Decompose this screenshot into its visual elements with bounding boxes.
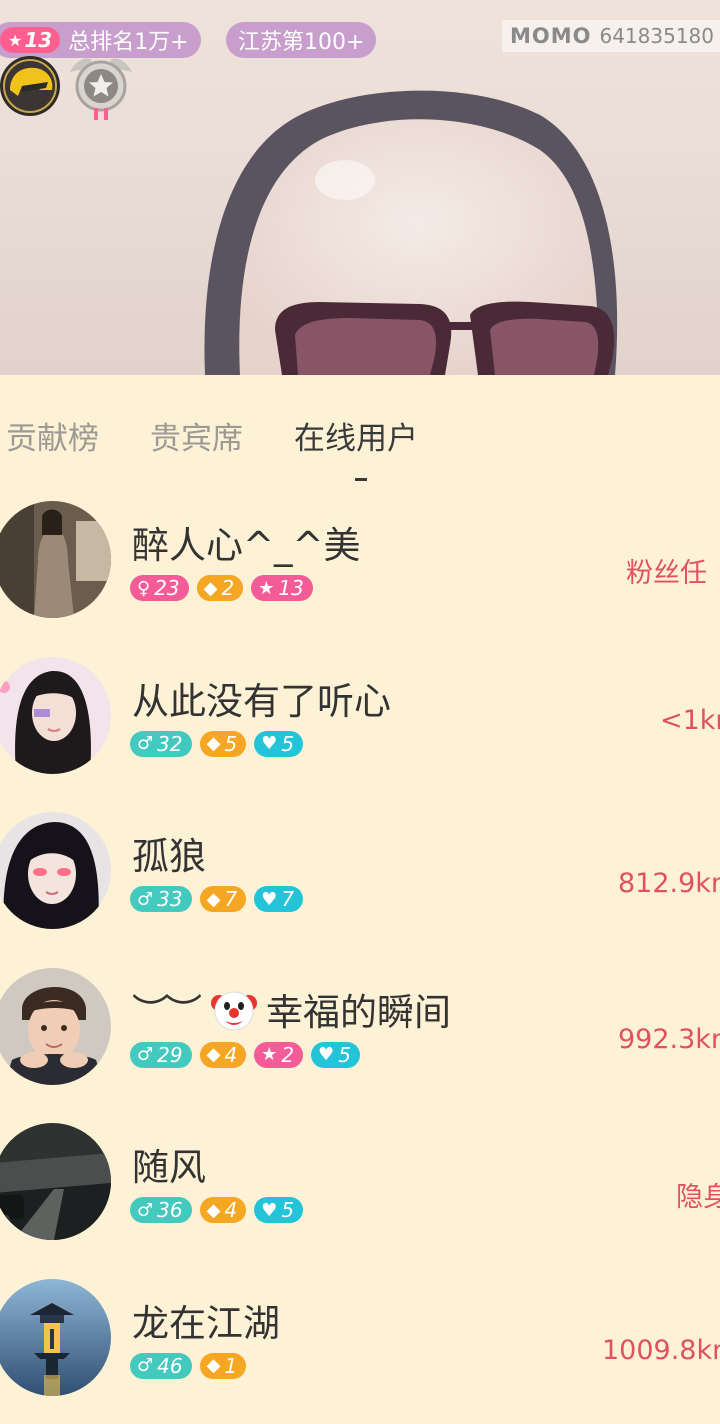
gender-age-tag: ♂ 46 [130,1352,192,1379]
momo-id-number: 641835180 [599,24,714,48]
star-level-tag: ★ 13 [251,575,313,601]
female-icon: ♀ [137,577,151,599]
user-tags: ♂ 33 ◆ 7 ♥ 7 [130,886,304,912]
wealth-level-tag: ◆ 2 [196,575,244,601]
user-tags: ♂ 36 ◆ 4 ♥ 5 [130,1197,304,1223]
tab-vip-seats[interactable]: 贵宾席 [150,413,243,458]
list-item[interactable]: ︶︶ 幸福的瞬间 ♂29 ◆4 ★2 ♥5 992.3km [0,954,720,1110]
star-icon: ★ [8,30,23,50]
distance-label: <1km [660,704,720,736]
distance-label: 1009.8km [602,1334,720,1366]
user-tags: ♂ 29 ◆ 4 ★ 2 ♥ 5 [130,1041,360,1068]
star-icon: ★ [258,577,275,599]
wealth-level-tag: ◆ 5 [199,730,247,757]
wealth-level-tag: ◆ 4 [199,1041,247,1068]
star-icon: ★ [261,1044,278,1065]
user-name: 孤狼 [132,835,206,878]
avatar[interactable] [0,501,111,618]
user-tags: ♀ 23 ◆ 2 ★ 13 [130,575,313,601]
heart-icon: ♥ [261,733,278,754]
avatar[interactable] [0,812,111,929]
avatar[interactable] [0,967,111,1085]
name-prefix: ︶︶ [132,990,202,1034]
momo-brand-text: MOMO [509,24,592,48]
wealth-level-tag: ◆ 7 [199,886,247,912]
tab-bar: 贡献榜 贵宾席 在线用户 [0,375,720,487]
diamond-icon: ◆ [206,1044,221,1065]
live-video-area[interactable]: ★ 13 总排名1万+ 江苏第100+ MOMO 641835180 [0,0,720,375]
list-item[interactable]: 孤狼 ♂33 ◆7 ♥7 812.9km [0,798,720,954]
heart-icon: ♥ [318,1044,335,1065]
distance-label: 隐身 [676,1182,720,1213]
heart-icon: ♥ [261,888,278,910]
charm-level-tag: ♥ 7 [254,886,304,912]
list-item[interactable]: 醉人心^_^美 ♀ 23 ◆ 2 ★ 13 粉丝任 [0,487,720,643]
list-item[interactable]: 从此没有了听心 ♂32 ◆5 ♥5 <1km [0,643,720,799]
clown-emoji-icon [211,991,257,1030]
charm-level-tag: ♥ 5 [311,1041,360,1068]
gender-age-tag: ♀ 23 [130,575,189,601]
charm-level-tag: ♥ 5 [254,730,304,757]
medal-badge-icon[interactable] [66,50,136,122]
helmet-badge-icon[interactable] [0,52,62,118]
user-tags: ♂ 32 ◆ 5 ♥ 5 [130,730,304,757]
user-name: 随风 [132,1146,206,1189]
male-icon: ♂ [137,1199,154,1221]
male-icon: ♂ [137,888,154,910]
star-level-tag: ★ 2 [254,1041,304,1068]
male-icon: ♂ [137,733,154,754]
male-icon: ♂ [137,1044,154,1065]
diamond-icon: ◆ [206,733,221,754]
wealth-level-tag: ◆ 1 [199,1352,247,1379]
gender-age-tag: ♂ 32 [130,730,192,757]
heart-icon: ♥ [261,1199,278,1221]
diamond-icon: ◆ [206,888,221,910]
gender-age-tag: ♂ 36 [130,1197,192,1223]
diamond-icon: ◆ [206,1355,221,1376]
momo-id-watermark: MOMO 641835180 [501,20,720,52]
gender-age-tag: ♂ 29 [130,1041,192,1068]
user-name: 醉人心^_^美 [132,524,361,567]
avatar[interactable] [0,1278,111,1396]
distance-label: 992.3km [618,1023,720,1055]
list-item[interactable]: 随风 ♂ 36 ◆ 4 ♥ 5 隐身 [0,1109,720,1265]
region-rank-text: 江苏第100+ [238,30,365,55]
tab-contribution[interactable]: 贡献榜 [6,413,99,458]
user-name: 龙在江湖 [132,1301,280,1345]
distance-label: 粉丝任 [626,558,707,589]
level-chip: ★ 13 [0,27,61,53]
user-name: 从此没有了听心 [132,679,391,723]
distance-label: 812.9km [618,868,720,899]
charm-level-tag: ♥ 5 [254,1197,304,1223]
avatar[interactable] [0,1123,111,1240]
region-rank-pill[interactable]: 江苏第100+ [226,22,377,58]
online-user-list: 醉人心^_^美 ♀ 23 ◆ 2 ★ 13 粉丝任 从此没有了听心 ♂ 32 ◆ 5 ♥ 5 [0,487,720,1420]
diamond-icon: ◆ [206,1199,221,1221]
avatar[interactable] [0,656,111,774]
list-item[interactable]: 龙在江湖 ♂46 ◆1 1009.8km [0,1265,720,1421]
user-name: ︶︶ 幸福的瞬间 [132,982,451,1036]
gender-age-tag: ♂ 33 [130,886,192,912]
active-tab-indicator [355,478,367,481]
male-icon: ♂ [137,1355,154,1376]
wealth-level-tag: ◆ 4 [199,1197,247,1223]
user-tags: ♂ 46 ◆ 1 [130,1352,247,1379]
diamond-icon: ◆ [203,577,218,599]
tab-online-users[interactable]: 在线用户 [294,413,418,458]
